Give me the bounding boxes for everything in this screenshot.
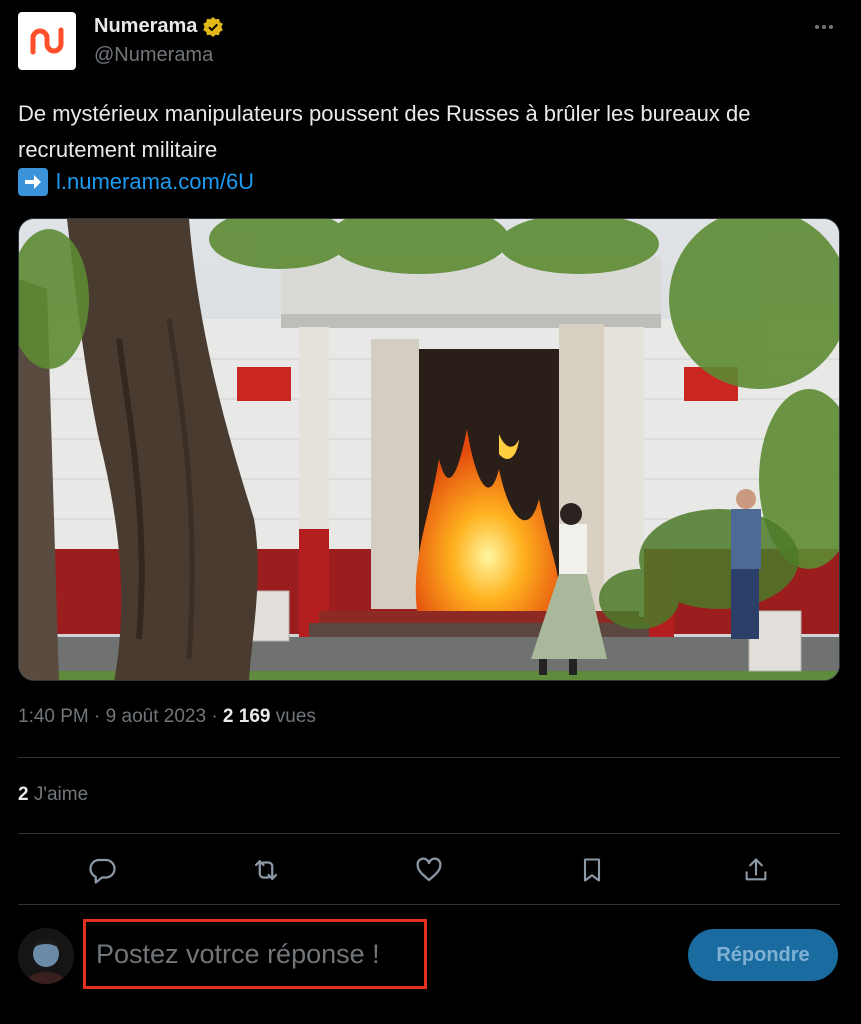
tweet-actions: [18, 846, 840, 892]
like-icon[interactable]: [409, 850, 449, 890]
tweet-photo[interactable]: [18, 218, 840, 681]
reply-input[interactable]: [96, 938, 424, 970]
views-count: 2 169: [222, 706, 271, 727]
user-avatar-image: [18, 928, 74, 984]
divider: [18, 757, 840, 758]
retweet-icon[interactable]: [246, 850, 286, 890]
tweet-link-row: l.numerama.com/6U: [18, 168, 254, 196]
reply-button[interactable]: Répondre: [688, 929, 838, 981]
tweet-text: De mystérieux manipulateurs poussent des…: [18, 101, 751, 162]
share-icon[interactable]: [736, 850, 776, 890]
tweet-meta: 1:40 PM · 9 août 2023 · 2 169 vues: [18, 706, 316, 728]
tweet-header: Numerama @Numerama: [18, 12, 843, 72]
numerama-logo-icon: [30, 27, 64, 55]
more-options-icon[interactable]: [815, 22, 839, 32]
bookmark-icon[interactable]: [572, 850, 612, 890]
author-handle[interactable]: @Numerama: [94, 44, 213, 67]
meta-separator: ·: [211, 706, 218, 727]
reply-icon[interactable]: [82, 850, 122, 890]
tweet-date[interactable]: 9 août 2023: [106, 706, 206, 727]
views-label: vues: [275, 706, 316, 727]
likes-label: J'aime: [33, 784, 89, 805]
divider: [18, 833, 840, 834]
divider: [18, 904, 840, 905]
reply-input-highlight: [83, 919, 427, 989]
numerama-logo-avatar[interactable]: [18, 12, 76, 70]
meta-separator: ·: [94, 706, 101, 727]
fire-scene-image: [19, 219, 839, 680]
likes-count: 2: [18, 784, 29, 805]
tweet-time[interactable]: 1:40 PM: [18, 706, 89, 727]
avatar[interactable]: [18, 928, 74, 984]
verified-badge-icon: [203, 16, 224, 37]
tweet-link[interactable]: l.numerama.com/6U: [56, 169, 254, 195]
likes-summary[interactable]: 2 J'aime: [18, 784, 88, 806]
author-display-name[interactable]: Numerama: [94, 15, 197, 38]
right-arrow-emoji-icon: [18, 168, 48, 196]
